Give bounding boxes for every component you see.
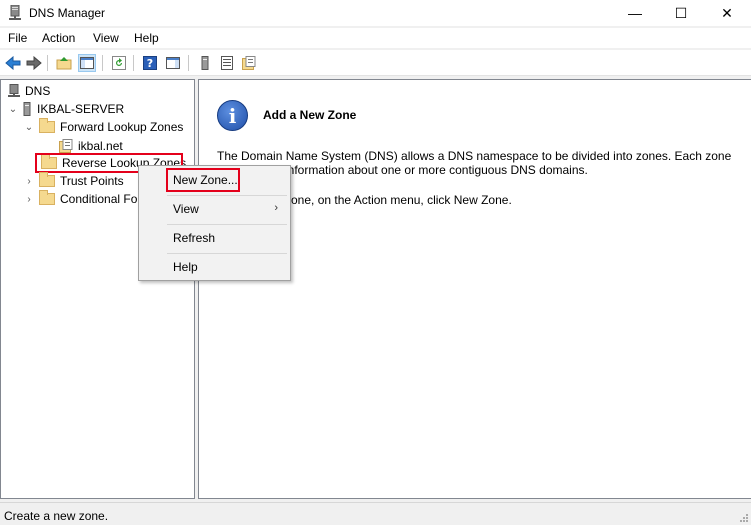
tree-label: Trust Points — [60, 174, 124, 188]
resize-grip-icon[interactable] — [739, 513, 749, 523]
menu-item-refresh[interactable]: Refresh — [173, 231, 215, 245]
toolbar-separator — [133, 55, 134, 71]
minimize-button[interactable]: — — [612, 0, 658, 26]
dns-icon — [8, 84, 20, 97]
details-pane: i Add a New Zone The Domain Name System … — [198, 79, 751, 499]
tree-label: DNS — [25, 84, 51, 98]
forward-arrow-icon — [26, 56, 42, 70]
zone-file-icon — [59, 139, 73, 153]
tree-label: Conditional Fo — [60, 192, 138, 206]
menu-separator — [167, 253, 287, 254]
up-folder-button[interactable] — [55, 54, 73, 72]
chevron-right-icon[interactable]: › — [23, 194, 35, 205]
folder-icon — [39, 172, 55, 187]
close-button[interactable]: ✕ — [704, 0, 750, 26]
tree-item-forward-lookup-zones[interactable]: ⌄ Forward Lookup Zones — [23, 118, 183, 136]
toolbar-separator — [47, 55, 48, 71]
tree-item-conditional-forwarders[interactable]: › Conditional Fo — [23, 190, 137, 208]
chevron-down-icon[interactable]: ⌄ — [23, 122, 35, 133]
toolbar: ? — [0, 50, 751, 76]
description-line: zone, on the Action menu, click New Zone… — [285, 193, 512, 207]
dns-server-icon — [9, 5, 21, 20]
menu-separator — [167, 224, 287, 225]
description-line: information about one or more contiguous… — [285, 163, 588, 177]
list-view-button[interactable] — [218, 54, 236, 72]
status-bar: Create a new zone. — [0, 502, 751, 525]
server-icon — [201, 56, 209, 70]
toolbar-separator — [102, 55, 103, 71]
console-tree-icon — [80, 57, 94, 69]
show-hide-action-pane-button[interactable] — [164, 54, 182, 72]
tree-item-server[interactable]: ⌄ IKBAL-SERVER — [7, 100, 124, 118]
back-arrow-icon — [5, 56, 21, 70]
maximize-icon: ☐ — [674, 4, 688, 21]
title-bar: DNS Manager — ☐ ✕ — [0, 0, 751, 26]
menu-item-view[interactable]: View — [173, 202, 199, 216]
back-button[interactable] — [4, 54, 22, 72]
close-icon: ✕ — [721, 4, 733, 21]
window-title: DNS Manager — [29, 6, 106, 20]
refresh-icon — [112, 56, 126, 70]
menu-action[interactable]: Action — [42, 31, 75, 45]
menu-help[interactable]: Help — [134, 31, 159, 45]
folder-icon — [39, 190, 55, 205]
tree-label: IKBAL-SERVER — [37, 102, 125, 116]
server-button[interactable] — [196, 54, 214, 72]
show-hide-console-tree-button[interactable] — [78, 54, 96, 72]
zone-file-icon — [242, 56, 256, 70]
chevron-right-icon[interactable]: › — [23, 176, 35, 187]
menu-bar: File Action View Help — [0, 28, 751, 48]
description-line: The Domain Name System (DNS) allows a DN… — [217, 149, 732, 163]
console-tree: DNS ⌄ IKBAL-SERVER ⌄ Forward Lookup Zone… — [0, 79, 195, 499]
menu-view[interactable]: View — [93, 31, 119, 45]
list-icon — [221, 56, 233, 70]
folder-icon — [39, 118, 55, 133]
chevron-right-icon: › — [274, 202, 278, 214]
tree-item-trust-points[interactable]: › Trust Points — [23, 172, 124, 190]
new-zone-highlight — [166, 168, 240, 192]
menu-separator — [167, 195, 287, 196]
svg-text:?: ? — [147, 57, 153, 70]
help-icon: ? — [143, 56, 157, 70]
server-icon — [23, 102, 31, 116]
toolbar-separator — [188, 55, 189, 71]
chevron-down-icon[interactable]: ⌄ — [7, 104, 19, 115]
tree-label: ikbal.net — [78, 139, 123, 153]
zone-properties-button[interactable] — [240, 54, 258, 72]
tree-label: Forward Lookup Zones — [60, 120, 184, 134]
menu-file[interactable]: File — [8, 31, 27, 45]
refresh-button[interactable] — [110, 54, 128, 72]
info-icon: i — [217, 100, 248, 131]
action-pane-icon — [166, 57, 180, 69]
up-folder-icon — [56, 57, 72, 70]
menu-item-help[interactable]: Help — [173, 260, 198, 274]
minimize-icon: — — [628, 5, 642, 21]
maximize-button[interactable]: ☐ — [658, 0, 704, 26]
context-menu: New Zone... View › Refresh Help — [138, 165, 291, 281]
status-text: Create a new zone. — [4, 509, 109, 523]
page-title: Add a New Zone — [263, 108, 357, 122]
forward-button[interactable] — [25, 54, 43, 72]
help-button[interactable]: ? — [141, 54, 159, 72]
tree-item-dns[interactable]: DNS — [7, 82, 50, 100]
